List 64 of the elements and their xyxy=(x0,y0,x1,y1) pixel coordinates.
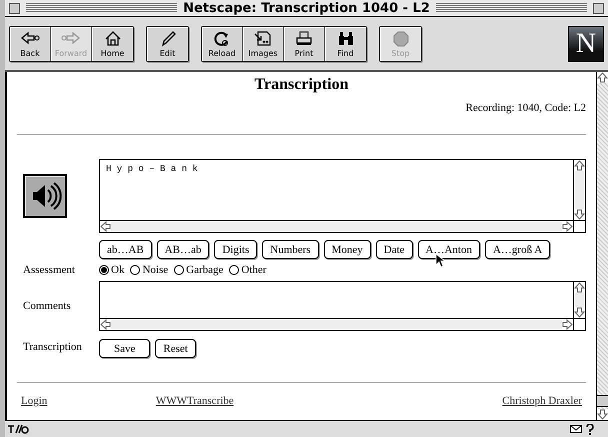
recording-info: Recording: 1040, Code: L2 xyxy=(464,102,586,114)
back-arrow-icon xyxy=(19,30,41,46)
field-label: Assessment xyxy=(22,264,75,276)
scrollbar[interactable] xyxy=(100,220,573,232)
shortcut-button[interactable]: A…groß A xyxy=(484,240,550,259)
reload-button[interactable]: Reload xyxy=(202,26,243,60)
close-box[interactable] xyxy=(9,2,20,14)
zoom-box[interactable] xyxy=(593,2,604,14)
right-arrow-icon[interactable] xyxy=(562,221,573,232)
radio-icon[interactable] xyxy=(229,265,240,275)
page-heading: Transcription xyxy=(254,76,350,94)
radio-icon[interactable] xyxy=(130,265,140,275)
images-button[interactable]: Images xyxy=(243,26,284,60)
scrollbar[interactable] xyxy=(573,282,585,318)
title-stripes[interactable] xyxy=(436,3,587,13)
print-button[interactable]: Print xyxy=(284,26,325,60)
up-arrow-icon[interactable] xyxy=(574,282,585,293)
shortcut-button[interactable]: ab…AB xyxy=(99,240,152,259)
comments-field[interactable] xyxy=(99,281,586,331)
radio-icon[interactable] xyxy=(174,265,184,275)
scroll-thumb[interactable] xyxy=(597,395,608,407)
radio-option[interactable]: Noise xyxy=(130,264,168,276)
form-button[interactable]: Save xyxy=(99,339,150,358)
security-key-icon[interactable] xyxy=(7,423,29,435)
pointer-cursor-icon xyxy=(435,253,445,268)
shortcut-button[interactable]: Date xyxy=(376,240,413,259)
home-button[interactable]: Home xyxy=(92,26,133,60)
left-arrow-icon[interactable] xyxy=(100,221,111,232)
transcription-field[interactable]: H y p o – B a n k xyxy=(99,159,586,233)
field-label: Comments xyxy=(22,300,71,312)
shortcut-button[interactable]: A…Anton xyxy=(418,240,480,259)
form-button[interactable]: Reset xyxy=(155,339,196,358)
down-arrow-icon[interactable] xyxy=(597,409,608,420)
edit-button[interactable]: Edit xyxy=(147,26,188,60)
window-title: Netscape: Transcription 1040 - L2 xyxy=(183,0,430,16)
shortcut-button[interactable]: Money xyxy=(324,240,371,259)
radio-icon[interactable] xyxy=(99,265,109,275)
down-arrow-icon[interactable] xyxy=(574,209,585,220)
up-arrow-icon[interactable] xyxy=(597,72,608,83)
radio-option[interactable]: Garbage xyxy=(174,264,224,276)
shortcut-button[interactable]: Numbers xyxy=(262,240,319,259)
footer-link[interactable]: Christoph Draxler xyxy=(502,395,582,407)
left-arrow-icon[interactable] xyxy=(100,319,111,330)
footer-link[interactable]: Login xyxy=(21,395,48,407)
forward-arrow-icon xyxy=(60,30,82,46)
radio-option[interactable]: Ok xyxy=(99,264,124,276)
shortcut-button[interactable]: AB…ab xyxy=(156,240,210,259)
title-stripes[interactable] xyxy=(26,3,178,13)
scrollbar[interactable] xyxy=(573,160,585,220)
scrollbar[interactable] xyxy=(100,318,573,330)
radio-option[interactable]: Other xyxy=(229,264,266,276)
find-button[interactable]: Find xyxy=(325,26,366,60)
speaker-icon[interactable] xyxy=(23,174,67,218)
logo-tile[interactable]: N xyxy=(568,26,604,62)
footer-link[interactable]: WWWTranscribe xyxy=(156,395,234,407)
right-arrow-icon[interactable] xyxy=(562,319,573,330)
mail-icon[interactable] xyxy=(570,424,582,434)
up-arrow-icon[interactable] xyxy=(574,160,585,171)
field-label: Transcription xyxy=(22,341,82,353)
shortcut-button[interactable]: Digits xyxy=(214,240,258,259)
down-arrow-icon[interactable] xyxy=(574,307,585,318)
scrollbar[interactable] xyxy=(596,72,608,420)
help-icon[interactable] xyxy=(586,424,594,434)
back-button[interactable]: Back xyxy=(10,26,51,60)
